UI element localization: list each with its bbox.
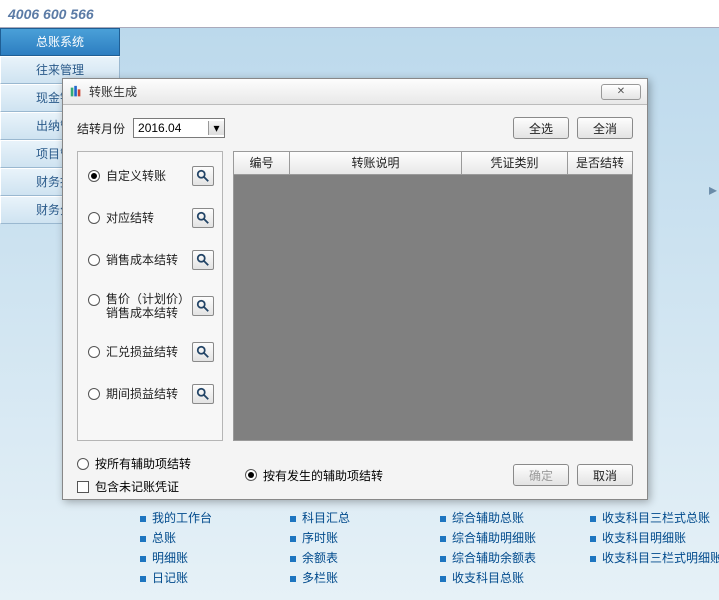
radio-sales-cost[interactable] [88, 254, 100, 266]
chevron-down-icon: ▾ [208, 121, 224, 135]
transfer-dialog: 转账生成 ✕ 结转月份 2016.04 ▾ 全选 全消 自定义转账 [62, 78, 648, 500]
checkbox-label: 包含未记账凭证 [95, 478, 179, 495]
lookup-button[interactable] [192, 166, 214, 186]
lookup-button[interactable] [192, 342, 214, 362]
footer-link[interactable]: 我的工作台 [140, 508, 290, 528]
ok-button[interactable]: 确定 [513, 464, 569, 486]
dialog-titlebar: 转账生成 ✕ [63, 79, 647, 105]
footer-link[interactable]: 综合辅助余额表 [440, 548, 590, 568]
radio-label: 期间损益结转 [106, 387, 178, 401]
checkbox-unposted[interactable] [77, 481, 89, 493]
footer-link[interactable]: 收支科目总账 [440, 568, 590, 588]
lookup-button[interactable] [192, 296, 214, 316]
footer-link[interactable]: 余额表 [290, 548, 440, 568]
table-body-empty [233, 175, 633, 441]
app-icon [69, 85, 83, 99]
radio-label: 销售成本结转 [106, 253, 178, 267]
th-carryover[interactable]: 是否结转 [567, 151, 633, 175]
transfer-type-panel: 自定义转账 对应结转 销售成本结转 售价（计划价） 销售成本结转 [77, 151, 223, 441]
footer-link[interactable]: 收支科目三栏式总账 [590, 508, 719, 528]
footer-link[interactable]: 日记账 [140, 568, 290, 588]
radio-label: 售价（计划价） 销售成本结转 [106, 292, 190, 320]
radio-custom-transfer[interactable] [88, 170, 100, 182]
expand-arrow-icon[interactable]: ▸ [709, 180, 717, 200]
footer-link[interactable]: 收支科目明细账 [590, 528, 719, 548]
footer-link[interactable]: 综合辅助总账 [440, 508, 590, 528]
th-voucher-type[interactable]: 凭证类别 [461, 151, 567, 175]
top-phone: 4006 600 566 [0, 0, 719, 28]
footer-link[interactable]: 明细账 [140, 548, 290, 568]
th-desc[interactable]: 转账说明 [289, 151, 461, 175]
radio-label: 对应结转 [106, 211, 154, 225]
footer-link[interactable]: 总账 [140, 528, 290, 548]
footer-links: 我的工作台 总账 明细账 日记账 科目汇总 序时账 余额表 多栏账 综合辅助总账… [140, 508, 719, 588]
month-value: 2016.04 [138, 121, 181, 135]
dialog-title: 转账生成 [89, 83, 601, 100]
footer-link[interactable]: 科目汇总 [290, 508, 440, 528]
lookup-button[interactable] [192, 384, 214, 404]
lookup-button[interactable] [192, 208, 214, 228]
radio-all-aux[interactable] [77, 458, 89, 470]
footer-link[interactable]: 收支科目三栏式明细账 [590, 548, 719, 568]
radio-label: 自定义转账 [106, 169, 166, 183]
close-button[interactable]: ✕ [601, 84, 641, 100]
radio-exchange[interactable] [88, 346, 100, 358]
month-label: 结转月份 [77, 120, 125, 137]
month-combo[interactable]: 2016.04 ▾ [133, 118, 225, 138]
th-id[interactable]: 编号 [233, 151, 289, 175]
sidebar-item-general-ledger[interactable]: 总账系统 [0, 28, 120, 56]
lookup-button[interactable] [192, 250, 214, 270]
radio-occurred-aux[interactable] [245, 469, 257, 481]
radio-corresponding[interactable] [88, 212, 100, 224]
select-all-button[interactable]: 全选 [513, 117, 569, 139]
cancel-button[interactable]: 取消 [577, 464, 633, 486]
result-table: 编号 转账说明 凭证类别 是否结转 [233, 151, 633, 441]
radio-label: 汇兑损益结转 [106, 345, 178, 359]
footer-link[interactable]: 序时账 [290, 528, 440, 548]
select-none-button[interactable]: 全消 [577, 117, 633, 139]
footer-link[interactable]: 综合辅助明细账 [440, 528, 590, 548]
radio-period-profit[interactable] [88, 388, 100, 400]
radio-plan-price[interactable] [88, 294, 100, 306]
radio-label: 按有发生的辅助项结转 [263, 467, 383, 484]
footer-link[interactable]: 多栏账 [290, 568, 440, 588]
radio-label: 按所有辅助项结转 [95, 455, 191, 472]
